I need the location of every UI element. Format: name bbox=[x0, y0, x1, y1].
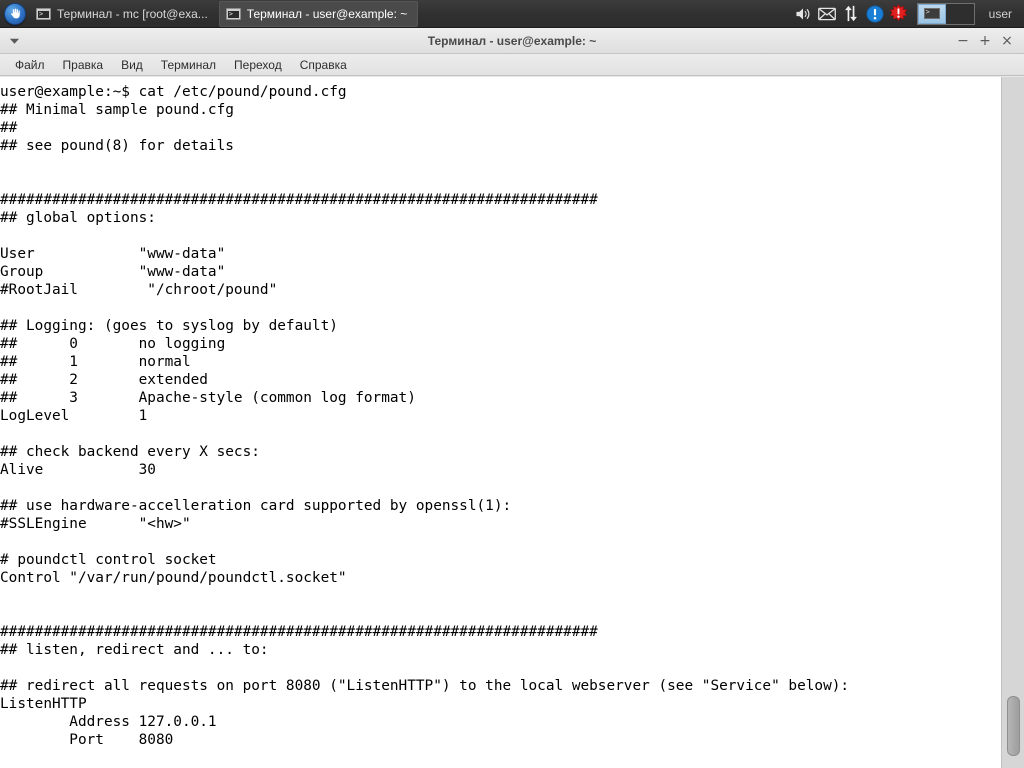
window-controls: − + × bbox=[952, 28, 1024, 54]
info-icon[interactable] bbox=[863, 0, 887, 28]
menu-view[interactable]: Вид bbox=[112, 56, 152, 74]
menu-terminal[interactable]: Терминал bbox=[152, 56, 225, 74]
workspace-pager[interactable] bbox=[916, 2, 975, 25]
menu-help[interactable]: Справка bbox=[291, 56, 356, 74]
terminal-window: Терминал - user@example: ~ − + × Файл Пр… bbox=[0, 28, 1024, 768]
menu-file[interactable]: Файл bbox=[6, 56, 54, 74]
alert-icon[interactable] bbox=[887, 0, 911, 28]
volume-icon[interactable] bbox=[791, 0, 815, 28]
terminal-icon bbox=[36, 7, 51, 20]
workspace-2[interactable] bbox=[946, 4, 974, 24]
menu-go[interactable]: Переход bbox=[225, 56, 291, 74]
taskbar-item-mc[interactable]: Терминал - mc [root@exa... bbox=[30, 1, 218, 27]
taskbar-item-user-terminal[interactable]: Терминал - user@example: ~ bbox=[218, 0, 419, 27]
terminal-output[interactable]: user@example:~$ cat /etc/pound/pound.cfg… bbox=[0, 77, 1001, 768]
tray-user-label[interactable]: user bbox=[983, 7, 1020, 21]
terminal-text: user@example:~$ cat /etc/pound/pound.cfg… bbox=[0, 84, 850, 748]
taskbar-item-label: Терминал - mc [root@exa... bbox=[57, 6, 208, 21]
terminal-icon bbox=[225, 7, 241, 20]
start-menu-button[interactable] bbox=[0, 0, 30, 28]
page-title: Терминал - user@example: ~ bbox=[427, 33, 597, 48]
start-menu-hand-icon bbox=[4, 2, 26, 25]
vertical-scrollbar[interactable] bbox=[1001, 77, 1024, 768]
taskbar-item-label: Терминал - user@example: ~ bbox=[246, 6, 408, 21]
menu-edit[interactable]: Правка bbox=[54, 56, 113, 74]
workspace-1[interactable] bbox=[917, 3, 946, 24]
scrollbar-thumb[interactable] bbox=[1007, 696, 1020, 756]
close-button[interactable]: × bbox=[996, 30, 1018, 52]
titlebar[interactable]: Терминал - user@example: ~ − + × bbox=[0, 28, 1024, 54]
chevron-down-icon[interactable] bbox=[0, 28, 28, 54]
terminal-icon bbox=[923, 8, 940, 19]
network-icon[interactable] bbox=[839, 0, 863, 28]
terminal-area: user@example:~$ cat /etc/pound/pound.cfg… bbox=[0, 77, 1024, 768]
mail-icon[interactable] bbox=[815, 0, 839, 28]
maximize-button[interactable]: + bbox=[974, 30, 996, 52]
menubar: Файл Правка Вид Терминал Переход Справка bbox=[0, 54, 1024, 76]
system-tray: user bbox=[791, 0, 1024, 28]
taskbar: Терминал - mc [root@exa... Терминал - us… bbox=[0, 0, 1024, 28]
minimize-button[interactable]: − bbox=[952, 30, 974, 52]
